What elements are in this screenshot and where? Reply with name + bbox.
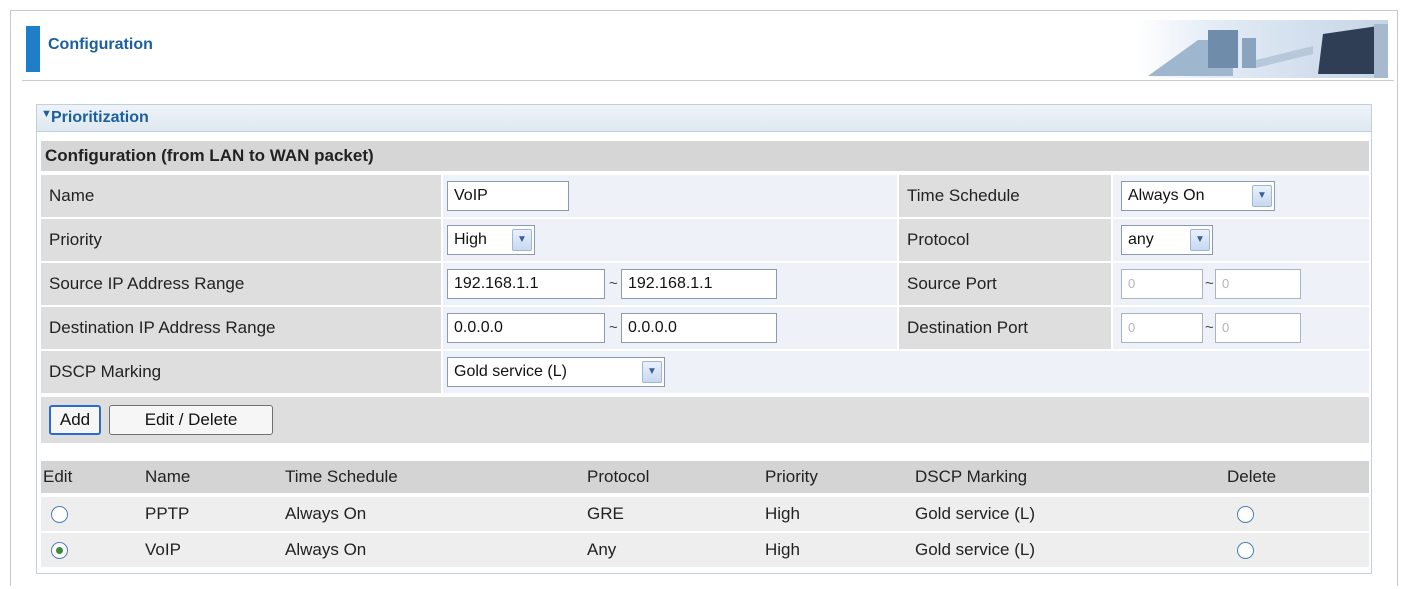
row-protocol: Any [587, 540, 617, 559]
row-priority: High [765, 540, 800, 559]
chevron-down-icon[interactable]: ▼ [1252, 185, 1272, 207]
page-title: Configuration [48, 36, 153, 53]
row-dscp: Gold service (L) [915, 504, 1035, 523]
button-row: Add Edit / Delete [41, 397, 1369, 443]
source-port-end-input[interactable]: 0 [1215, 269, 1301, 299]
prioritization-panel: ▼ Prioritization Configuration (from LAN… [36, 104, 1372, 574]
name-input[interactable]: VoIP [447, 181, 569, 211]
col-delete: Delete [1227, 467, 1277, 486]
row-priority: High [765, 504, 800, 523]
source-ip-cell: 192.168.1.1 ~ 192.168.1.1 [443, 263, 897, 305]
protocol-select[interactable]: any ▼ [1121, 225, 1213, 255]
dscp-value: Gold service (L) [454, 363, 567, 380]
name-label: Name [41, 175, 441, 217]
add-button[interactable]: Add [49, 405, 101, 435]
protocol-label: Protocol [899, 219, 1111, 261]
range-separator: ~ [609, 275, 618, 292]
source-ip-end-input[interactable]: 192.168.1.1 [621, 269, 777, 299]
table-row: VoIP Always On Any High Gold service (L) [41, 533, 1369, 567]
priority-select[interactable]: High ▼ [447, 225, 535, 255]
col-time-schedule: Time Schedule [285, 467, 398, 486]
chevron-down-icon[interactable]: ▼ [642, 361, 662, 383]
form-row-source: Source IP Address Range 192.168.1.1 ~ 19… [41, 263, 1369, 305]
row-time-schedule: Always On [285, 504, 367, 523]
row-name: VoIP [145, 540, 181, 559]
source-ip-label: Source IP Address Range [41, 263, 441, 305]
col-priority: Priority [765, 467, 818, 486]
chevron-down-icon[interactable]: ▼ [512, 229, 532, 251]
dscp-cell: Gold service (L) ▼ [443, 351, 1369, 393]
protocol-value: any [1128, 231, 1154, 248]
source-ip-start-input[interactable]: 192.168.1.1 [447, 269, 605, 299]
protocol-cell: any ▼ [1113, 219, 1369, 261]
col-edit: Edit [43, 467, 73, 486]
priority-label: Priority [41, 219, 441, 261]
form-row-destination: Destination IP Address Range 0.0.0.0 ~ 0… [41, 307, 1369, 349]
section-header[interactable]: ▼ Prioritization [37, 105, 1371, 132]
form-row-name: Name VoIP Time Schedule Always On ▼ [41, 175, 1369, 217]
name-cell: VoIP [443, 175, 897, 217]
time-schedule-select[interactable]: Always On ▼ [1121, 181, 1275, 211]
section-title: Prioritization [51, 109, 149, 126]
col-name: Name [145, 467, 191, 486]
rules-table-header: Edit Name Time Schedule Protocol Priorit… [41, 461, 1369, 493]
row-name: PPTP [145, 504, 190, 523]
form-row-dscp: DSCP Marking Gold service (L) ▼ [41, 351, 1369, 393]
dscp-select[interactable]: Gold service (L) ▼ [447, 357, 665, 387]
row-dscp: Gold service (L) [915, 540, 1035, 559]
config-subtitle-row: Configuration (from LAN to WAN packet) [41, 141, 1369, 171]
edit-delete-button[interactable]: Edit / Delete [109, 405, 273, 435]
source-port-cell: 0 ~ 0 [1113, 263, 1369, 305]
source-port-label: Source Port [899, 263, 1111, 305]
edit-radio-icon[interactable] [51, 542, 68, 559]
dest-ip-start-input[interactable]: 0.0.0.0 [447, 313, 605, 343]
dest-ip-label: Destination IP Address Range [41, 307, 441, 349]
form-row-priority: Priority High ▼ Protocol any ▼ [41, 219, 1369, 261]
dest-port-end-input[interactable]: 0 [1215, 313, 1301, 343]
row-protocol: GRE [587, 504, 624, 523]
radio-selected-dot [56, 547, 63, 554]
priority-value: High [454, 231, 487, 248]
table-row: PPTP Always On GRE High Gold service (L) [41, 497, 1369, 531]
edit-radio-icon[interactable] [51, 506, 68, 523]
time-schedule-cell: Always On ▼ [1113, 175, 1369, 217]
row-time-schedule: Always On [285, 540, 367, 559]
col-protocol: Protocol [587, 467, 650, 486]
range-separator: ~ [1205, 319, 1214, 336]
delete-radio-icon[interactable] [1237, 542, 1254, 559]
time-schedule-label: Time Schedule [899, 175, 1111, 217]
source-port-start-input[interactable]: 0 [1121, 269, 1203, 299]
range-separator: ~ [609, 319, 618, 336]
config-subtitle: Configuration (from LAN to WAN packet) [45, 146, 374, 165]
priority-cell: High ▼ [443, 219, 897, 261]
time-schedule-value: Always On [1128, 187, 1205, 204]
dest-ip-cell: 0.0.0.0 ~ 0.0.0.0 [443, 307, 897, 349]
page-header: Configuration [22, 18, 1394, 81]
dest-port-start-input[interactable]: 0 [1121, 313, 1203, 343]
col-dscp: DSCP Marking [915, 467, 1028, 486]
header-banner-image [1138, 20, 1388, 78]
dscp-label: DSCP Marking [41, 351, 441, 393]
dest-port-cell: 0 ~ 0 [1113, 307, 1369, 349]
header-accent-bar [26, 26, 40, 72]
chevron-down-icon[interactable]: ▼ [1190, 229, 1210, 251]
dest-ip-end-input[interactable]: 0.0.0.0 [621, 313, 777, 343]
delete-radio-icon[interactable] [1237, 506, 1254, 523]
range-separator: ~ [1205, 275, 1214, 292]
dest-port-label: Destination Port [899, 307, 1111, 349]
